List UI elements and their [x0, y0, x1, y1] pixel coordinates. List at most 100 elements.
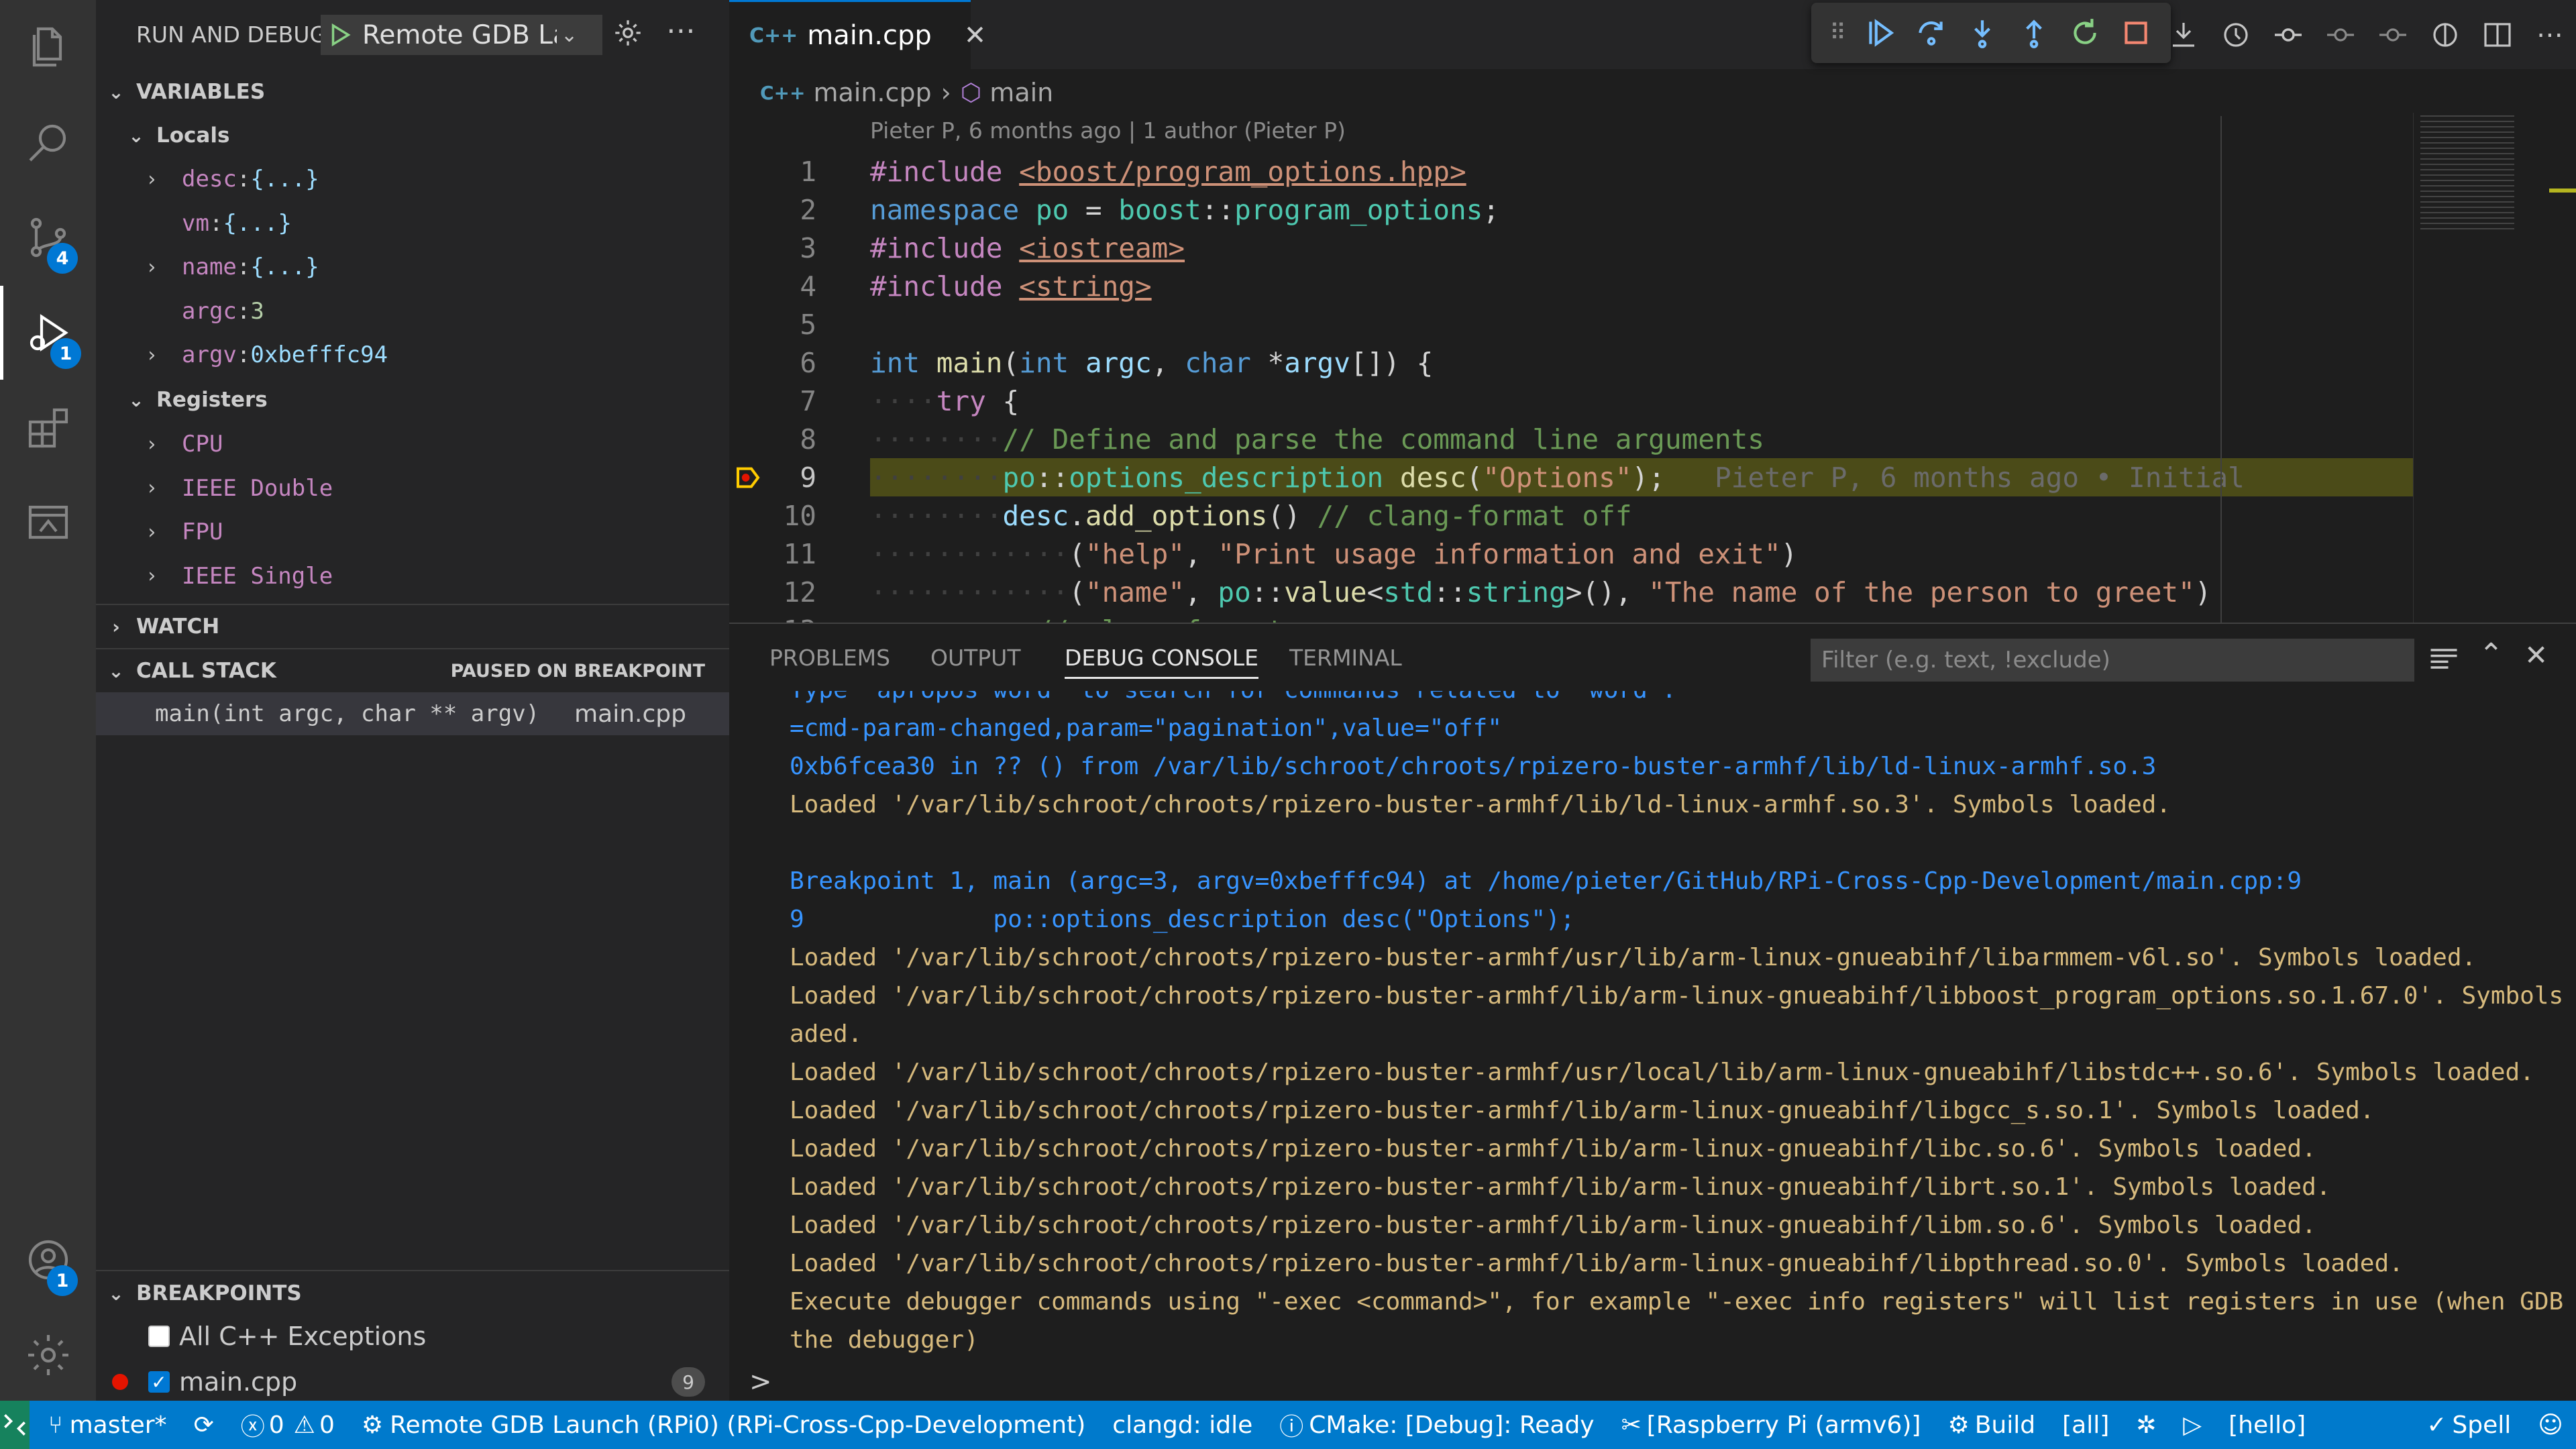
- problems-status[interactable]: ⓧ 0 ⚠ 0: [241, 1407, 335, 1442]
- manage-gear-icon[interactable]: [0, 1308, 96, 1402]
- launch-status[interactable]: ⚙ Remote GDB Launch (RPi0) (RPi-Cross-Cp…: [362, 1411, 1085, 1439]
- download-icon[interactable]: [2157, 19, 2210, 51]
- launch-config-label: Remote GDB La: [362, 19, 557, 50]
- breakpoint-checkbox[interactable]: ✓: [148, 1371, 170, 1393]
- locals-scope[interactable]: ⌄ Locals: [96, 114, 729, 157]
- register-group[interactable]: › CPU: [96, 423, 729, 466]
- breadcrumb-symbol[interactable]: main: [989, 78, 1053, 107]
- sync-status[interactable]: ⟳: [194, 1411, 214, 1439]
- debug-target-button[interactable]: ✲: [2136, 1411, 2156, 1439]
- clear-console-icon[interactable]: [2426, 641, 2461, 679]
- register-group[interactable]: › IEEE Double: [96, 467, 729, 510]
- breakpoint-checkbox[interactable]: [148, 1326, 170, 1347]
- minimap[interactable]: [2413, 113, 2576, 623]
- variables-section-header[interactable]: ⌄ VARIABLES: [96, 70, 729, 113]
- breakpoint-item[interactable]: ✓ main.cpp 9: [96, 1360, 729, 1403]
- close-panel-icon[interactable]: ✕: [2524, 639, 2548, 672]
- variable-item[interactable]: › name: {...}: [96, 246, 729, 288]
- more-actions-icon[interactable]: ⋯: [2524, 19, 2576, 50]
- warning-icon: ⚠: [293, 1411, 315, 1439]
- kit-status[interactable]: ✂ [Raspberry Pi (armv6)]: [1621, 1411, 1921, 1439]
- code-line[interactable]: 6 int main(int argc, char *argv[]) {: [729, 343, 2576, 382]
- register-group[interactable]: › IEEE Single: [96, 555, 729, 598]
- tab-terminal[interactable]: TERMINAL: [1289, 624, 1402, 691]
- restart-icon[interactable]: [2068, 16, 2102, 50]
- watch-section-header[interactable]: › WATCH: [96, 605, 729, 648]
- close-icon[interactable]: ✕: [964, 20, 987, 51]
- call-stack-section-header[interactable]: ⌄ CALL STACK PAUSED ON BREAKPOINT: [96, 649, 729, 692]
- code-line[interactable]: 7 ····try {: [729, 382, 2576, 420]
- code-line[interactable]: 5: [729, 305, 2576, 343]
- split-editor-icon[interactable]: [2471, 19, 2524, 51]
- clangd-status[interactable]: clangd: idle: [1112, 1411, 1252, 1439]
- git-commit-icon[interactable]: [2262, 19, 2314, 51]
- tab-debug-console[interactable]: DEBUG CONSOLE: [1065, 624, 1258, 691]
- breadcrumb-file[interactable]: main.cpp: [813, 78, 931, 107]
- code-line[interactable]: 4 #include <string>: [729, 267, 2576, 305]
- breakpoints-section-header[interactable]: ⌄ BREAKPOINTS: [96, 1272, 729, 1315]
- register-group[interactable]: › FPU: [96, 511, 729, 553]
- code-line[interactable]: 13 ········; // clang-format on: [729, 611, 2576, 623]
- variable-item[interactable]: › desc: {...}: [96, 158, 729, 201]
- console-input[interactable]: >: [729, 1362, 2576, 1402]
- feedback-button[interactable]: ☺: [2538, 1411, 2563, 1439]
- code-line[interactable]: 1 #include <boost/program_options.hpp>: [729, 152, 2576, 191]
- compare-icon[interactable]: [2419, 19, 2471, 51]
- variable-value: 0xbefffc94: [250, 341, 388, 368]
- editor-area: C++ main.cpp ✕ ⠿ ⋯ C++ main.cpp › ⬡ main…: [729, 0, 2576, 623]
- remote-explorer-icon[interactable]: [0, 476, 96, 570]
- console-line: Loaded '/var/lib/schroot/chroots/rpizero…: [790, 944, 2477, 971]
- console-filter-input[interactable]: Filter (e.g. text, !exclude): [1811, 639, 2414, 682]
- step-into-icon[interactable]: [1966, 16, 1999, 50]
- build-button[interactable]: ⚙ Build: [1947, 1411, 2035, 1439]
- explorer-icon[interactable]: [0, 0, 96, 94]
- debug-console-output[interactable]: Type "apropos word" to search for comman…: [729, 691, 2576, 1362]
- source-control-icon[interactable]: 4: [0, 191, 96, 284]
- previous-change-icon[interactable]: [2314, 19, 2367, 51]
- variable-item[interactable]: › argv: 0xbefffc94: [96, 333, 729, 376]
- code-line[interactable]: 3 #include <iostream>: [729, 229, 2576, 267]
- variable-item[interactable]: argc: 3: [96, 290, 729, 333]
- code-line[interactable]: 12 ············("name", po::value<std::s…: [729, 573, 2576, 611]
- continue-icon[interactable]: [1864, 16, 1897, 50]
- accounts-icon[interactable]: 1: [0, 1213, 96, 1307]
- code-line[interactable]: 8 ········// Define and parse the comman…: [729, 420, 2576, 458]
- history-icon[interactable]: [2210, 19, 2262, 51]
- start-debugging-icon[interactable]: [326, 21, 354, 49]
- step-over-icon[interactable]: [1915, 16, 1948, 50]
- code-line-current[interactable]: 9 ········po::options_description desc("…: [729, 458, 2576, 496]
- code-view[interactable]: Pieter P, 6 months ago | 1 author (Piete…: [729, 116, 2576, 623]
- code-line[interactable]: 11 ············("help", "Print usage inf…: [729, 535, 2576, 573]
- debug-settings-gear-icon[interactable]: [611, 16, 645, 52]
- run-debug-icon[interactable]: 1: [0, 286, 96, 380]
- blame-header[interactable]: Pieter P, 6 months ago | 1 author (Piete…: [870, 117, 1346, 144]
- spell-status[interactable]: ✓ Spell: [2426, 1411, 2511, 1439]
- maximize-panel-icon[interactable]: ⌃: [2479, 637, 2504, 672]
- remote-indicator[interactable]: [0, 1401, 30, 1449]
- stop-icon[interactable]: [2119, 16, 2153, 50]
- tab-main-cpp[interactable]: C++ main.cpp ✕: [729, 0, 986, 69]
- launch-config-select[interactable]: Remote GDB La ⌄: [321, 15, 602, 55]
- next-change-icon[interactable]: [2367, 19, 2419, 51]
- code-line[interactable]: 10 ········desc.add_options() // clang-f…: [729, 496, 2576, 535]
- branch-status[interactable]: ⑂ master*: [48, 1411, 167, 1439]
- launch-target-label: [hello]: [2229, 1411, 2306, 1439]
- build-target[interactable]: [all]: [2062, 1411, 2109, 1439]
- breakpoint-label: main.cpp: [179, 1367, 298, 1397]
- more-actions-icon[interactable]: ⋯: [666, 13, 696, 48]
- step-out-icon[interactable]: [2017, 16, 2051, 50]
- code-line[interactable]: 2 namespace po = boost::program_options;: [729, 191, 2576, 229]
- drag-handle-icon[interactable]: ⠿: [1829, 19, 1846, 46]
- variable-item[interactable]: vm: {...}: [96, 202, 729, 245]
- search-icon[interactable]: [0, 95, 96, 189]
- breakpoint-item[interactable]: All C++ Exceptions: [96, 1315, 729, 1358]
- tab-output[interactable]: OUTPUT: [930, 624, 1021, 691]
- tab-problems[interactable]: PROBLEMS: [769, 624, 890, 691]
- bottom-panel: PROBLEMS OUTPUT DEBUG CONSOLE TERMINAL F…: [729, 623, 2576, 1401]
- launch-target[interactable]: [hello]: [2229, 1411, 2306, 1439]
- run-target-button[interactable]: ▷: [2183, 1411, 2202, 1439]
- extensions-icon[interactable]: [0, 381, 96, 475]
- call-stack-frame[interactable]: main(int argc, char ** argv) main.cpp: [96, 692, 729, 735]
- cmake-status[interactable]: ⓘ CMake: [Debug]: Ready: [1279, 1407, 1594, 1442]
- registers-scope[interactable]: ⌄ Registers: [96, 378, 729, 421]
